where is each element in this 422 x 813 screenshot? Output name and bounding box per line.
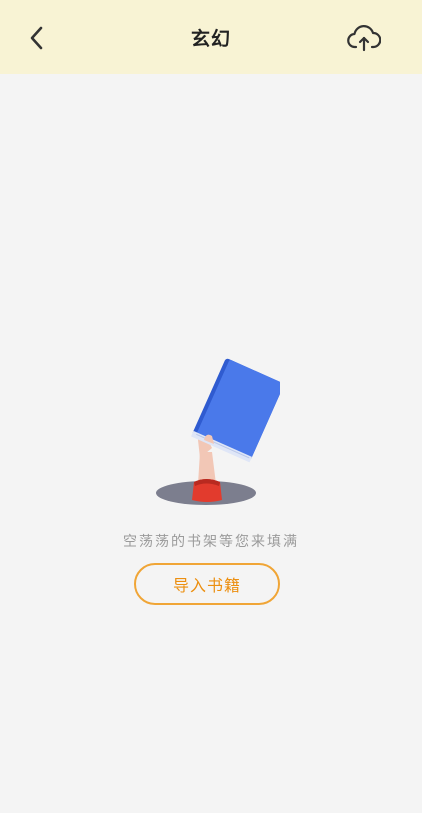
hand-holding-book-illustration [156, 358, 284, 505]
cloud-upload-icon [347, 25, 381, 52]
upload-button[interactable] [344, 18, 384, 58]
top-bar: 玄幻 [0, 0, 422, 74]
empty-shelf-illustration [150, 358, 284, 513]
empty-shelf-message: 空荡荡的书架等您来填满 [123, 534, 299, 550]
import-books-button[interactable]: 导入书籍 [134, 563, 280, 605]
